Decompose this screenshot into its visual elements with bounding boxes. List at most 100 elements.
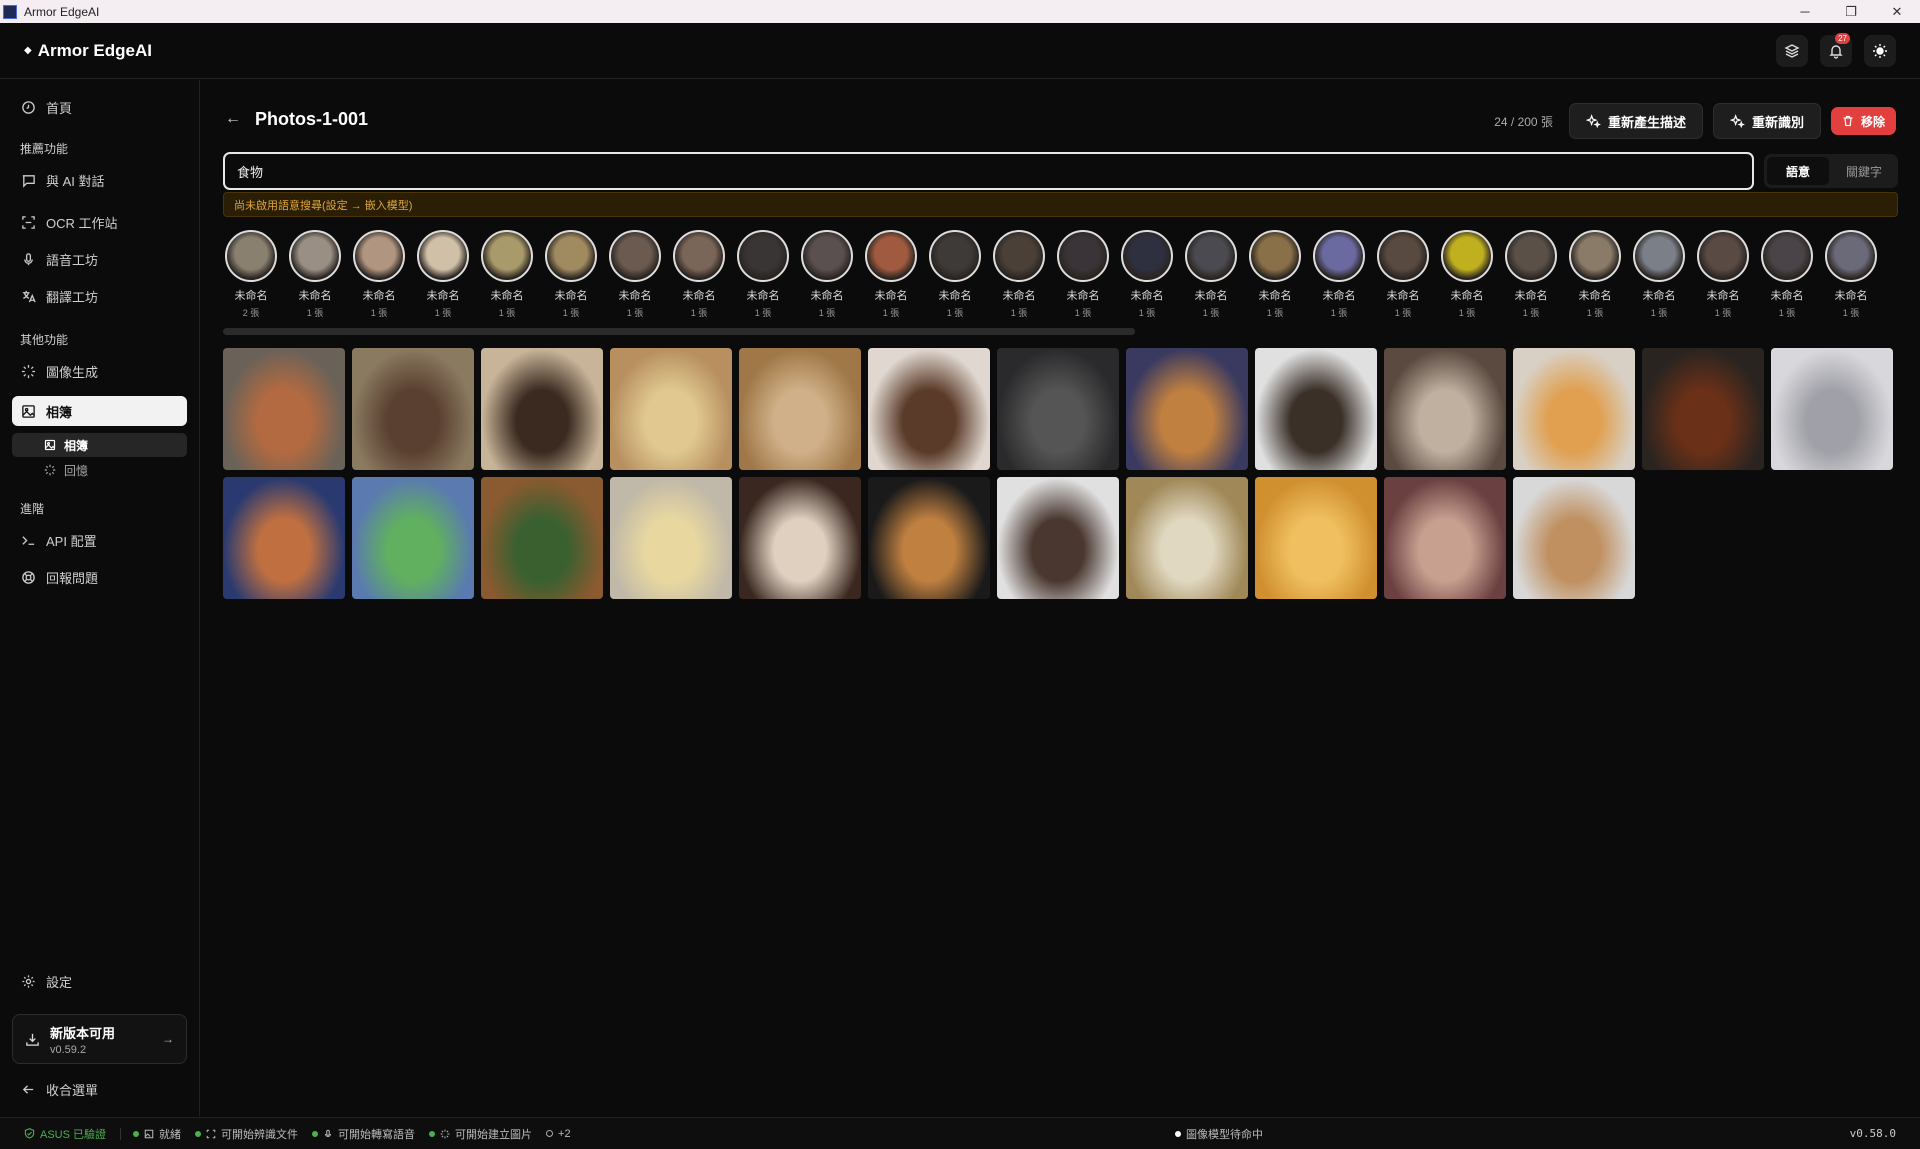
face-item[interactable]: 未命名 1 張 [415,230,471,319]
face-item[interactable]: 未命名 1 張 [1631,230,1687,319]
photo-thumbnail[interactable] [1513,477,1635,599]
update-available-card[interactable]: 新版本可用 v0.59.2 → [12,1014,187,1064]
back-button[interactable]: ← [225,110,241,128]
face-item[interactable]: 未命名 1 張 [1439,230,1495,319]
sparkles-icon [1585,113,1601,128]
app-version: v0.58.0 [1849,1127,1896,1140]
face-item[interactable]: 未命名 1 張 [287,230,343,319]
photo-thumbnail[interactable] [1513,348,1635,470]
face-avatar [545,230,597,282]
face-item[interactable]: 未命名 1 張 [1375,230,1431,319]
photo-thumbnail[interactable] [610,348,732,470]
face-item[interactable]: 未命名 1 張 [1567,230,1623,319]
sidebar-collapse[interactable]: 收合選單 [12,1074,187,1104]
face-count: 1 張 [1010,308,1028,318]
face-item[interactable]: 未命名 1 張 [1055,230,1111,319]
sidebar: 首頁 推薦功能 與 AI 對話 OCR 工作站 語音工坊 翻譯工坊 其他功能 圖… [0,80,200,1116]
photo-thumbnail[interactable] [739,348,861,470]
diamond-icon: ◆ [24,45,32,56]
face-item[interactable]: 未命名 1 張 [1119,230,1175,319]
face-count: 1 張 [1266,308,1284,318]
photo-thumbnail[interactable] [481,477,603,599]
face-name: 未命名 [298,290,332,302]
face-item[interactable]: 未命名 1 張 [1247,230,1303,319]
face-avatar [929,230,981,282]
status-speech: 可開始轉寫語音 [312,1126,415,1142]
photo-thumbnail[interactable] [1384,477,1506,599]
sidebar-subitem-memories[interactable]: 回憶 [12,458,187,482]
photo-thumbnail[interactable] [1255,348,1377,470]
close-button[interactable]: ✕ [1874,0,1920,23]
photo-thumbnail[interactable] [997,477,1119,599]
sidebar-item-ocr[interactable]: OCR 工作站 [12,207,187,237]
photo-thumbnail[interactable] [610,477,732,599]
main-content: ← Photos-1-001 24 / 200 張 重新產生描述 重新識別 移除… [201,80,1920,1116]
photo-thumbnail[interactable] [1126,477,1248,599]
sidebar-item-album[interactable]: 相簿 [12,396,187,426]
face-item[interactable]: 未命名 1 張 [1759,230,1815,319]
photo-thumbnail[interactable] [868,348,990,470]
minimize-button[interactable]: ─ [1782,0,1828,23]
face-item[interactable]: 未命名 1 張 [927,230,983,319]
sidebar-item-chat[interactable]: 與 AI 對話 [12,165,187,195]
face-item[interactable]: 未命名 1 張 [479,230,535,319]
face-item[interactable]: 未命名 1 張 [351,230,407,319]
download-icon [26,1033,39,1046]
photo-thumbnail[interactable] [1642,348,1764,470]
face-item[interactable]: 未命名 1 張 [1183,230,1239,319]
photo-thumbnail[interactable] [1384,348,1506,470]
sidebar-item-image-gen[interactable]: 圖像生成 [12,356,187,386]
face-item[interactable]: 未命名 1 張 [1695,230,1751,319]
status-verified: ASUS 已驗證 [24,1126,106,1142]
search-input[interactable]: 食物 [223,152,1754,190]
layers-button[interactable] [1776,35,1808,67]
sidebar-item-settings[interactable]: 設定 [12,966,187,996]
sidebar-item-home[interactable]: 首頁 [12,92,187,122]
face-item[interactable]: 未命名 1 張 [607,230,663,319]
photo-thumbnail[interactable] [481,348,603,470]
photo-thumbnail[interactable] [739,477,861,599]
face-name: 未命名 [426,290,460,302]
status-more[interactable]: +2 [546,1128,571,1140]
photo-thumbnail[interactable] [352,348,474,470]
photo-thumbnail[interactable] [868,477,990,599]
face-item[interactable]: 未命名 1 張 [863,230,919,319]
photo-thumbnail[interactable] [1126,348,1248,470]
status-ready: 就緒 [133,1126,181,1142]
notifications-button[interactable]: 27 [1820,33,1852,67]
face-item[interactable]: 未命名 1 張 [1503,230,1559,319]
sidebar-subitem-album[interactable]: 相簿 [12,433,187,457]
mode-semantic[interactable]: 語意 [1767,157,1829,185]
rerecognize-button[interactable]: 重新識別 [1712,103,1821,139]
sidebar-item-api[interactable]: API 配置 [12,525,187,555]
mode-keyword[interactable]: 關鍵字 [1833,157,1895,185]
sidebar-item-translate[interactable]: 翻譯工坊 [12,281,187,311]
photo-thumbnail[interactable] [223,477,345,599]
face-strip-scrollbar[interactable] [223,328,1135,335]
restore-button[interactable]: ❐ [1828,0,1874,23]
sidebar-item-report[interactable]: 回報問題 [12,562,187,592]
face-item[interactable]: 未命名 1 張 [799,230,855,319]
face-item[interactable]: 未命名 1 張 [1311,230,1367,319]
photo-thumbnail[interactable] [223,348,345,470]
face-count: 1 張 [1778,308,1796,318]
theme-toggle-button[interactable] [1864,35,1896,67]
face-name: 未命名 [554,290,588,302]
face-item[interactable]: 未命名 1 張 [543,230,599,319]
photo-thumbnail[interactable] [352,477,474,599]
face-avatar [801,230,853,282]
brand[interactable]: ◆ Armor EdgeAI [24,41,152,61]
remove-button[interactable]: 移除 [1830,107,1896,135]
photo-thumbnail[interactable] [1255,477,1377,599]
face-item[interactable]: 未命名 2 張 [223,230,279,319]
face-avatar [1697,230,1749,282]
face-item[interactable]: 未命名 1 張 [991,230,1047,319]
face-item[interactable]: 未命名 1 張 [735,230,791,319]
section-advanced: 進階 [20,502,45,516]
face-item[interactable]: 未命名 1 張 [1823,230,1879,319]
regenerate-description-button[interactable]: 重新產生描述 [1568,103,1703,139]
sidebar-item-voice[interactable]: 語音工坊 [12,244,187,274]
photo-thumbnail[interactable] [1771,348,1893,470]
face-item[interactable]: 未命名 1 張 [671,230,727,319]
photo-thumbnail[interactable] [997,348,1119,470]
